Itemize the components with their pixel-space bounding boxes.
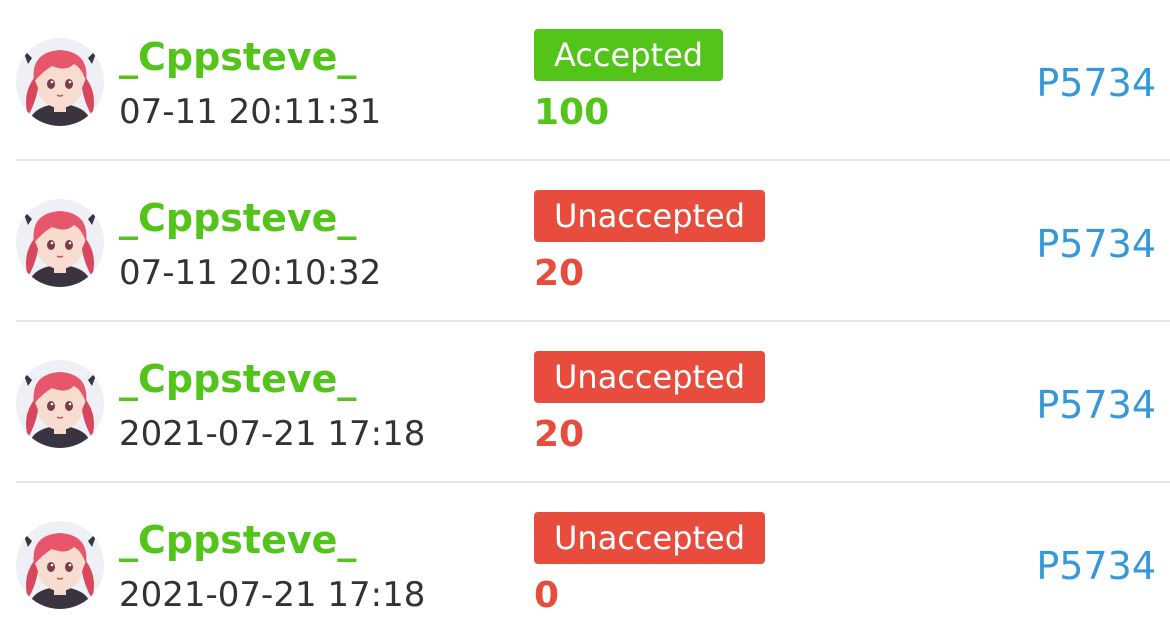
score: 100: [534, 92, 610, 133]
username-link[interactable]: _Cppsteve_: [119, 517, 356, 563]
user-avatar[interactable]: [16, 360, 104, 448]
submission-time: 07-11 20:10:32: [119, 253, 382, 293]
submission-time: 2021-07-21 17:18: [119, 414, 426, 454]
status-badge[interactable]: Accepted: [534, 29, 724, 81]
score: 20: [534, 414, 585, 455]
anime-girl-avatar-icon: [16, 38, 104, 126]
anime-girl-avatar-icon: [16, 360, 104, 448]
username-link[interactable]: _Cppsteve_: [119, 195, 356, 241]
problem-link[interactable]: P5734: [1036, 219, 1156, 269]
score: 20: [534, 253, 585, 294]
status-badge[interactable]: Unaccepted: [534, 190, 766, 242]
score: 0: [534, 575, 560, 616]
submission-row: _Cppsteve_ 2021-07-21 17:18 Unaccepted 2…: [0, 322, 1170, 483]
submission-list: _Cppsteve_ 07-11 20:11:31 Accepted 100 P…: [0, 0, 1170, 640]
username-link[interactable]: _Cppsteve_: [119, 356, 356, 402]
user-avatar[interactable]: [16, 521, 104, 609]
user-avatar[interactable]: [16, 38, 104, 126]
anime-girl-avatar-icon: [16, 199, 104, 287]
submission-row: _Cppsteve_ 07-11 20:10:32 Unaccepted 20 …: [0, 161, 1170, 322]
status-badge[interactable]: Unaccepted: [534, 512, 766, 564]
submission-time: 07-11 20:11:31: [119, 92, 382, 132]
user-avatar[interactable]: [16, 199, 104, 287]
problem-link[interactable]: P5734: [1036, 380, 1156, 430]
problem-link[interactable]: P5734: [1036, 58, 1156, 108]
anime-girl-avatar-icon: [16, 521, 104, 609]
submission-time: 2021-07-21 17:18: [119, 575, 426, 615]
status-badge[interactable]: Unaccepted: [534, 351, 766, 403]
problem-link[interactable]: P5734: [1036, 541, 1156, 591]
username-link[interactable]: _Cppsteve_: [119, 34, 356, 80]
submission-row: _Cppsteve_ 2021-07-21 17:18 Unaccepted 0…: [0, 483, 1170, 640]
submission-row: _Cppsteve_ 07-11 20:11:31 Accepted 100 P…: [0, 0, 1170, 161]
